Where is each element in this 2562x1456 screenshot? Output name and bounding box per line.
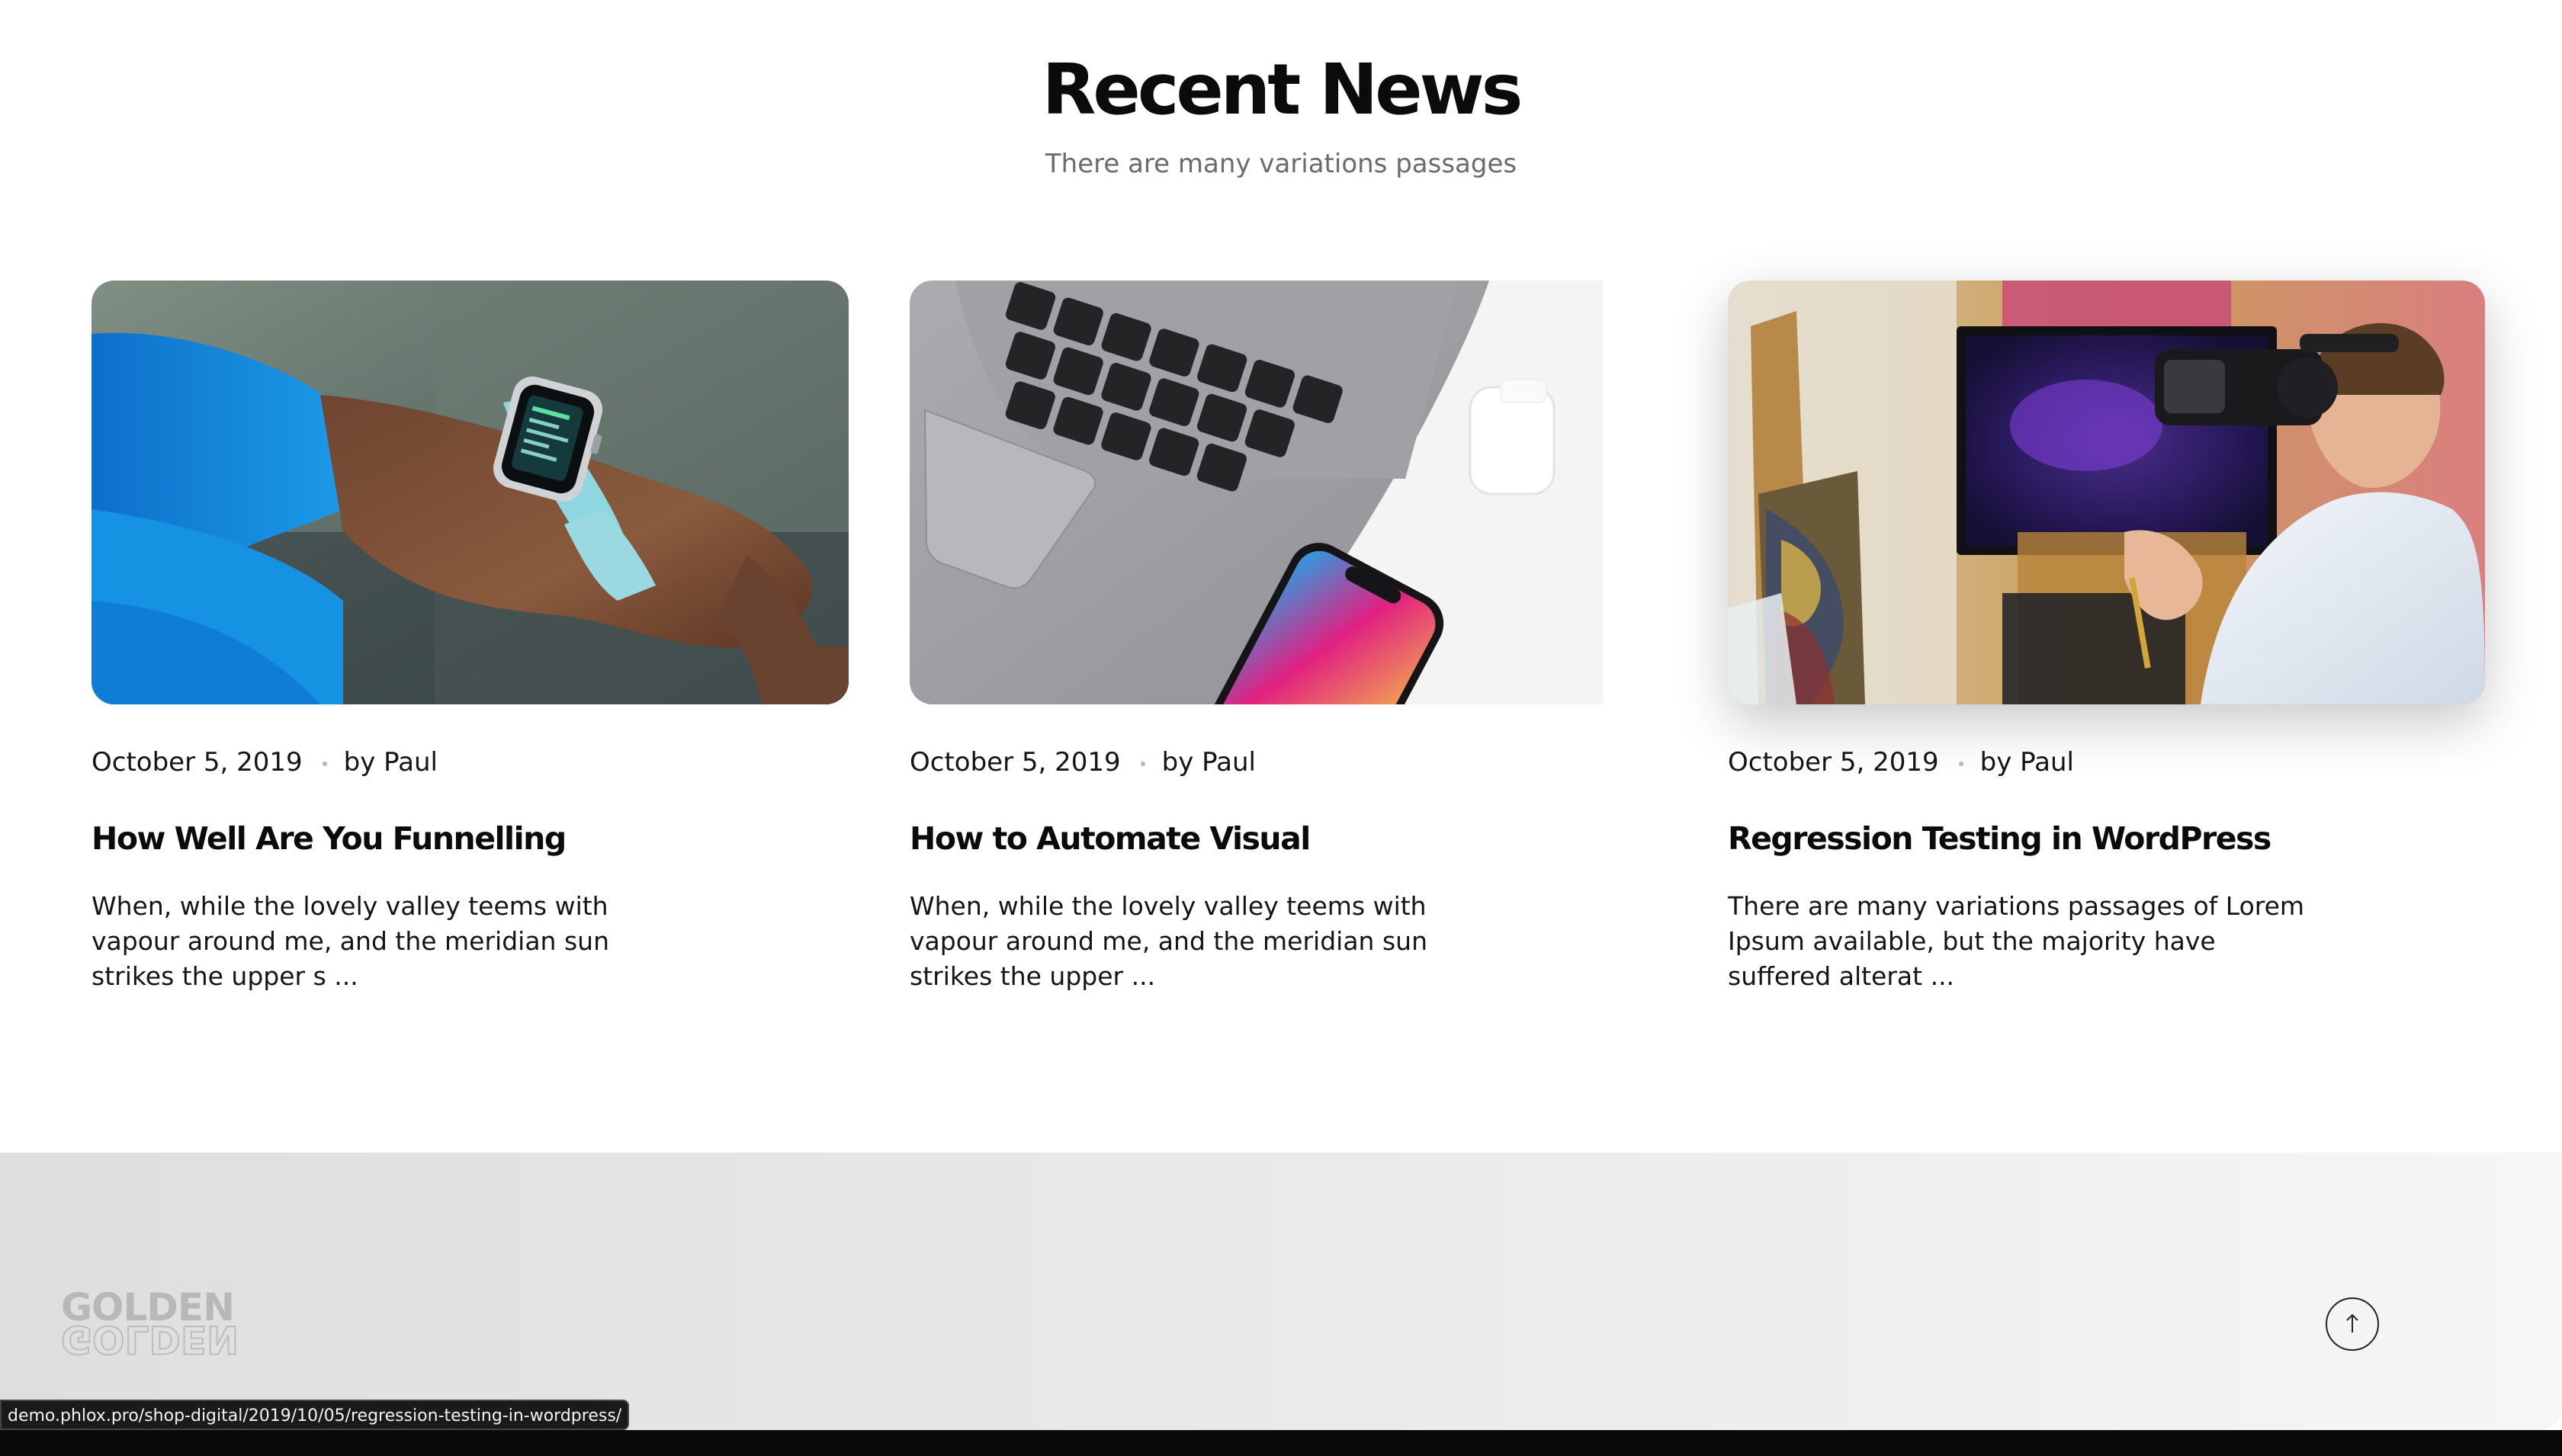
post-title-link[interactable]: How to Automate Visual: [910, 817, 1311, 860]
post-thumbnail-smartwatch[interactable]: [92, 281, 849, 704]
section-subtitle: There are many variations passages: [1045, 149, 1517, 179]
post-date[interactable]: October 5, 2019: [1728, 747, 1939, 778]
logo-reflection: GOLDEN: [60, 1316, 239, 1362]
arrow-up-icon: [2343, 1312, 2361, 1337]
post-date[interactable]: October 5, 2019: [92, 747, 303, 778]
post-author[interactable]: by Paul: [1162, 747, 1256, 778]
post-meta: October 5, 2019 by Paul: [910, 747, 1256, 778]
meta-separator-dot: [322, 761, 327, 766]
link-status-bar: demo.phlox.pro/shop-digital/2019/10/05/r…: [0, 1400, 630, 1430]
post-excerpt: When, while the lovely valley teems with…: [92, 891, 609, 991]
meta-separator-dot: [1958, 761, 1963, 766]
page: Recent News There are many variations pa…: [0, 0, 2562, 1456]
scroll-to-top-button[interactable]: [2326, 1297, 2379, 1351]
post-title-link[interactable]: Regression Testing in WordPress: [1728, 817, 2271, 860]
post-excerpt: There are many variations passages of Lo…: [1728, 891, 2305, 991]
post-card: October 5, 2019 by Paul How Well Are You …: [92, 281, 849, 991]
footer-logo[interactable]: GOLDEN GOLDEN: [60, 1288, 239, 1366]
window-bottom-edge: [0, 1430, 2562, 1456]
post-date[interactable]: October 5, 2019: [910, 747, 1121, 778]
post-thumbnail-laptop-phone[interactable]: [910, 281, 1604, 704]
post-title-link[interactable]: How Well Are You Funnelling: [92, 817, 567, 860]
post-meta: October 5, 2019 by Paul: [1728, 747, 2074, 778]
post-excerpt: When, while the lovely valley teems with…: [910, 891, 1427, 991]
post-author[interactable]: by Paul: [1980, 747, 2074, 778]
meta-separator-dot: [1140, 761, 1145, 766]
post-card: October 5, 2019 by Paul How to Automate V…: [910, 281, 1604, 991]
site-footer: GOLDEN GOLDEN: [0, 1153, 2562, 1430]
section-title: Recent News: [1042, 49, 1523, 130]
post-card: October 5, 2019 by Paul Regression Testin…: [1728, 281, 2485, 991]
post-meta: October 5, 2019 by Paul: [92, 747, 438, 778]
post-thumbnail-vr-painting[interactable]: [1728, 281, 2485, 704]
post-author[interactable]: by Paul: [344, 747, 438, 778]
